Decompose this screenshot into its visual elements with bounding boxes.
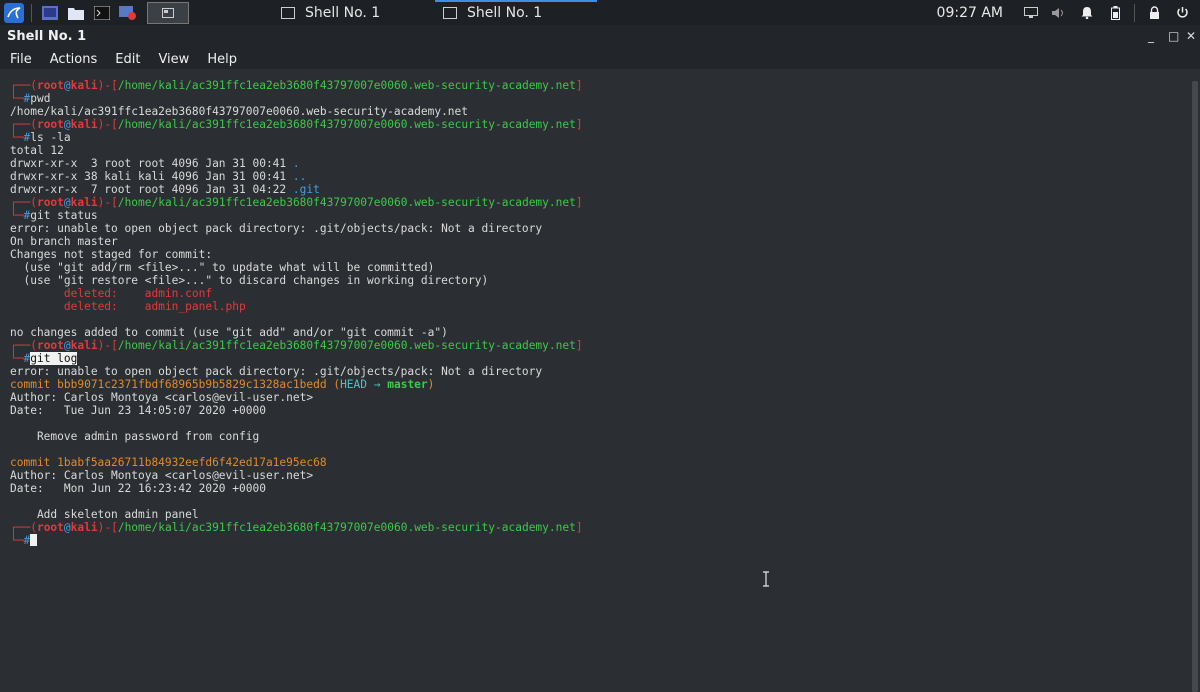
output-line: Remove admin password from config bbox=[10, 430, 260, 443]
panel-separator bbox=[1134, 3, 1135, 22]
terminal-lines: ┌──(root@kali)-[/home/kali/ac391ffc1ea2e… bbox=[10, 79, 583, 547]
command-line: └─#git status bbox=[10, 209, 98, 222]
menu-bar: File Actions Edit View Help bbox=[0, 49, 1200, 69]
taskbar-item-shell-2[interactable]: Shell No. 1 bbox=[435, 0, 597, 25]
menu-view[interactable]: View bbox=[158, 52, 189, 67]
output-line: total 12 bbox=[10, 144, 64, 157]
taskbar-item-label: Shell No. 1 bbox=[305, 4, 381, 21]
top-panel: Shell No. 1 Shell No. 1 09:27 AM bbox=[0, 0, 1200, 25]
selected-text[interactable]: git log bbox=[30, 352, 78, 365]
show-desktop-icon[interactable] bbox=[40, 3, 60, 23]
window-titlebar[interactable]: Shell No. 1 _ □ ✕ bbox=[0, 25, 1200, 49]
workspace-switcher[interactable] bbox=[147, 1, 189, 24]
output-line: error: unable to open object pack direct… bbox=[10, 365, 543, 378]
output-line: On branch master bbox=[10, 235, 118, 248]
terminal-launcher-icon[interactable] bbox=[92, 3, 112, 23]
commit-line: commit 1babf5aa26711b84932eefd6f42ed17a1… bbox=[10, 456, 327, 469]
prompt-line: ┌──(root@kali)-[/home/kali/ac391ffc1ea2e… bbox=[10, 521, 583, 534]
prompt-line: ┌──(root@kali)-[/home/kali/ac391ffc1ea2e… bbox=[10, 118, 583, 131]
command-line: └─#git log bbox=[10, 352, 78, 365]
maximize-button[interactable]: □ bbox=[1168, 29, 1179, 43]
output-line: Author: Carlos Montoya <carlos@evil-user… bbox=[10, 391, 314, 404]
output-line: error: unable to open object pack direct… bbox=[10, 222, 543, 235]
window-title: Shell No. 1 bbox=[7, 29, 87, 44]
taskbar-item-shell-1[interactable]: Shell No. 1 bbox=[273, 0, 435, 25]
output-line: Author: Carlos Montoya <carlos@evil-user… bbox=[10, 469, 314, 482]
display-icon[interactable] bbox=[1023, 5, 1039, 21]
terminal-icon bbox=[281, 6, 295, 19]
output-line: /home/kali/ac391ffc1ea2eb3680f43797007e0… bbox=[10, 105, 469, 118]
notifications-icon[interactable] bbox=[1079, 5, 1095, 21]
prompt-line: ┌──(root@kali)-[/home/kali/ac391ffc1ea2e… bbox=[10, 339, 583, 352]
minimize-button[interactable]: _ bbox=[1148, 29, 1154, 43]
output-line: Date: Tue Jun 23 14:05:07 2020 +0000 bbox=[10, 404, 266, 417]
panel-separator bbox=[31, 3, 32, 22]
output-line: Changes not staged for commit: bbox=[10, 248, 213, 261]
deleted-line: deleted: admin_panel.php bbox=[63, 300, 246, 313]
output-line: no changes added to commit (use "git add… bbox=[10, 326, 448, 339]
command-line: └─#ls -la bbox=[10, 131, 71, 144]
screen-recorder-icon[interactable] bbox=[118, 3, 138, 23]
menu-help[interactable]: Help bbox=[207, 52, 237, 67]
terminal-icon bbox=[443, 6, 457, 19]
prompt-line: ┌──(root@kali)-[/home/kali/ac391ffc1ea2e… bbox=[10, 79, 583, 92]
deleted-line: deleted: admin.conf bbox=[63, 287, 213, 300]
terminal-output[interactable]: ┌──(root@kali)-[/home/kali/ac391ffc1ea2e… bbox=[0, 69, 1190, 692]
file-manager-icon[interactable] bbox=[66, 3, 86, 23]
command-line: └─#pwd bbox=[10, 92, 51, 105]
volume-icon[interactable] bbox=[1051, 5, 1067, 21]
command-line: └─# bbox=[10, 534, 583, 547]
kali-menu-icon[interactable] bbox=[2, 1, 26, 25]
ls-row: drwxr-xr-x 7 root root 4096 Jan 31 04:22… bbox=[10, 183, 320, 196]
menu-file[interactable]: File bbox=[10, 52, 32, 67]
menu-edit[interactable]: Edit bbox=[115, 52, 140, 67]
prompt-line: ┌──(root@kali)-[/home/kali/ac391ffc1ea2e… bbox=[10, 196, 583, 209]
output-line: Date: Mon Jun 22 16:23:42 2020 +0000 bbox=[10, 482, 266, 495]
power-icon[interactable] bbox=[1174, 5, 1190, 21]
taskbar-item-label: Shell No. 1 bbox=[467, 4, 543, 21]
output-line: (use "git restore <file>..." to discard … bbox=[10, 274, 489, 287]
output-line: (use "git add/rm <file>..." to update wh… bbox=[10, 261, 435, 274]
battery-icon[interactable] bbox=[1107, 5, 1123, 21]
lock-screen-icon[interactable] bbox=[1146, 5, 1162, 21]
close-button[interactable]: ✕ bbox=[1186, 29, 1196, 43]
ls-row: drwxr-xr-x 3 root root 4096 Jan 31 00:41… bbox=[10, 157, 300, 170]
menu-actions[interactable]: Actions bbox=[50, 52, 98, 67]
text-cursor bbox=[30, 534, 38, 546]
clock[interactable]: 09:27 AM bbox=[937, 5, 1003, 21]
terminal-scrollbar[interactable] bbox=[1190, 69, 1200, 692]
scrollbar-thumb[interactable] bbox=[1192, 81, 1198, 692]
output-line: Add skeleton admin panel bbox=[10, 508, 199, 521]
mouse-ibeam-cursor-icon bbox=[763, 571, 769, 587]
commit-line: commit bbb9071c2371fbdf68965b9b5829c1328… bbox=[10, 378, 435, 391]
ls-row: drwxr-xr-x 38 kali kali 4096 Jan 31 00:4… bbox=[10, 170, 307, 183]
